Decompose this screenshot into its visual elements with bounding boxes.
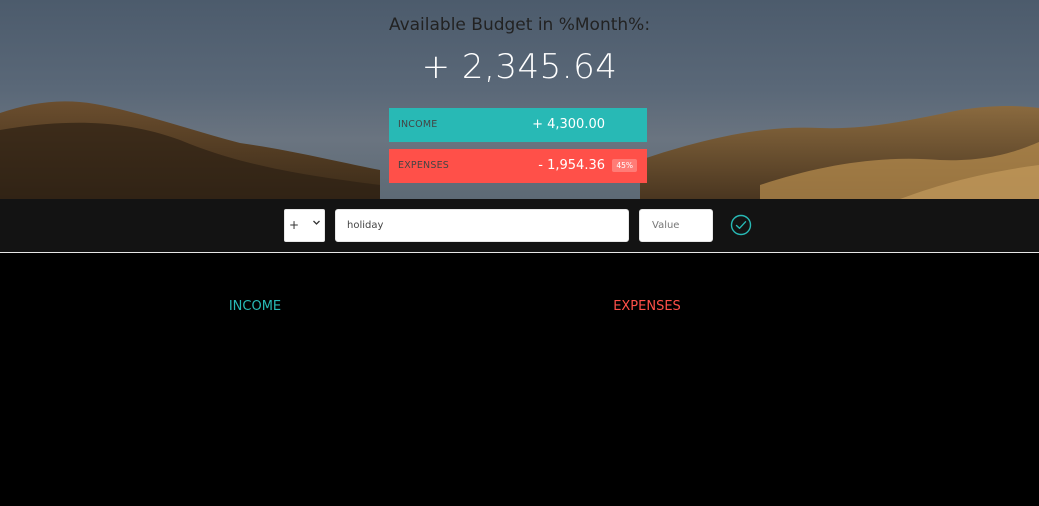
expenses-list-title: EXPENSES — [613, 299, 681, 314]
income-summary-label: INCOME — [398, 119, 438, 130]
chevron-down-icon — [312, 218, 321, 230]
budget-title: Available Budget in %Month%: — [388, 15, 651, 35]
expenses-summary-label: EXPENSES — [398, 160, 450, 171]
income-summary: INCOME + 4,300.00 — [389, 108, 647, 142]
available-budget-value: + 2,345.64 — [421, 47, 618, 87]
income-summary-value: + 4,300.00 — [532, 117, 605, 132]
type-select[interactable]: + — [284, 209, 325, 242]
description-input[interactable]: holiday — [335, 209, 629, 242]
add-item-button[interactable] — [730, 214, 752, 236]
type-select-value: + — [289, 218, 300, 232]
expenses-summary: EXPENSES - 1,954.36 45% — [389, 149, 647, 183]
expenses-percentage-badge: 45% — [612, 159, 637, 172]
budget-header: Available Budget in %Month%: + 2,345.64 … — [0, 0, 1039, 199]
add-item-bar: + holiday Value — [0, 199, 1039, 253]
income-list-title: INCOME — [228, 299, 282, 314]
value-input[interactable]: Value — [639, 209, 713, 242]
check-circle-icon — [730, 214, 752, 236]
expenses-summary-value: - 1,954.36 — [538, 158, 605, 173]
